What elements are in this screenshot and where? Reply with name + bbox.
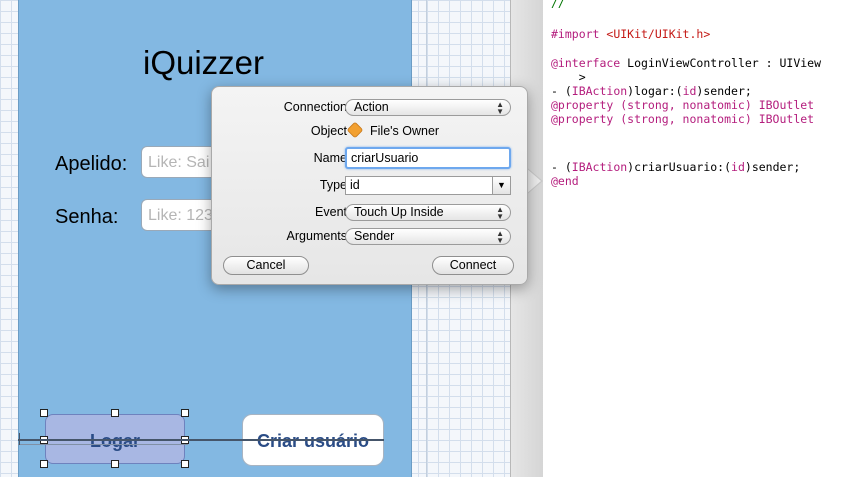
name-label: Name (313, 151, 347, 165)
code-token: id (731, 160, 745, 174)
selection-handle[interactable] (181, 409, 189, 417)
code-token: #import (551, 27, 607, 41)
guide-tick (19, 433, 20, 445)
code-line: @interface LoginViewController : UIView (551, 56, 821, 70)
cancel-button[interactable]: Cancel (223, 256, 309, 275)
type-value: id (350, 178, 360, 192)
code-line: - (IBAction)logar:(id)sender; (551, 84, 752, 98)
code-token: id (682, 84, 697, 98)
connection-guide-line (18, 444, 188, 445)
connection-popup[interactable]: Action ▲ ▼ (345, 99, 511, 116)
connection-label: Connection (283, 100, 347, 114)
cube-icon (346, 121, 364, 139)
selection-handle[interactable] (111, 409, 119, 417)
app-title-label[interactable]: iQuizzer (143, 44, 264, 82)
updown-arrows-icon: ▲ ▼ (496, 229, 504, 245)
code-line: - (IBAction)criarUsuario:(id)sender; (551, 160, 800, 174)
updown-arrows-icon: ▲ ▼ (496, 205, 504, 221)
code-line: > (551, 70, 586, 84)
updown-arrows-icon: ▲ ▼ (496, 100, 504, 116)
code-line: #import <UIKit/UIKit.h> (551, 27, 710, 41)
selection-handle[interactable] (111, 460, 119, 468)
event-popup[interactable]: Touch Up Inside ▲ ▼ (345, 204, 511, 221)
object-label: Object (310, 124, 347, 138)
type-label: Type (319, 178, 347, 192)
name-field[interactable]: criarUsuario (345, 147, 511, 169)
code-line: // (551, 0, 565, 10)
code-line: @end (551, 174, 579, 188)
event-value: Touch Up Inside (354, 205, 444, 219)
code-line: @property (strong, nonatomic) IBOutlet (551, 112, 815, 126)
apelido-field[interactable]: Like: Sai (141, 146, 221, 178)
assistant-code-editor[interactable]: // #import <UIKit/UIKit.h> @interface Lo… (543, 0, 865, 477)
chevron-down-icon[interactable]: ▼ (492, 177, 510, 194)
connect-button[interactable]: Connect (432, 256, 514, 275)
type-combo[interactable]: id ▼ (345, 176, 511, 195)
arguments-value: Sender (354, 229, 395, 243)
senha-field[interactable]: Like: 123 (141, 199, 221, 231)
code-token: @interface (551, 56, 621, 70)
connection-drag-line (18, 439, 384, 441)
code-token: <UIKit/UIKit.h> (606, 27, 711, 41)
code-token: - ( (551, 84, 572, 98)
selection-handle[interactable] (181, 460, 189, 468)
event-label: Event (315, 205, 347, 219)
connection-value: Action (354, 100, 389, 114)
code-token: IBAction (571, 84, 628, 98)
selection-handle[interactable] (40, 460, 48, 468)
arguments-popup[interactable]: Sender ▲ ▼ (345, 228, 511, 245)
senha-label[interactable]: Senha: (55, 206, 118, 229)
arguments-label: Arguments (286, 229, 347, 243)
selection-handle[interactable] (40, 409, 48, 417)
code-line: @property (strong, nonatomic) IBOutlet (551, 98, 815, 112)
code-token: )sender; (696, 84, 752, 98)
code-token: )logar:( (627, 84, 683, 98)
code-token: )sender; (744, 160, 801, 174)
code-token: LoginViewController : UIView (620, 56, 822, 70)
code-token: )criarUsuario:( (627, 160, 732, 174)
object-value: File's Owner (370, 124, 440, 138)
apelido-label[interactable]: Apelido: (55, 153, 127, 176)
connection-popover: Connection Action ▲ ▼ Object File's Owner… (211, 86, 528, 285)
code-token: - ( (551, 160, 572, 174)
code-token: IBAction (571, 160, 628, 174)
